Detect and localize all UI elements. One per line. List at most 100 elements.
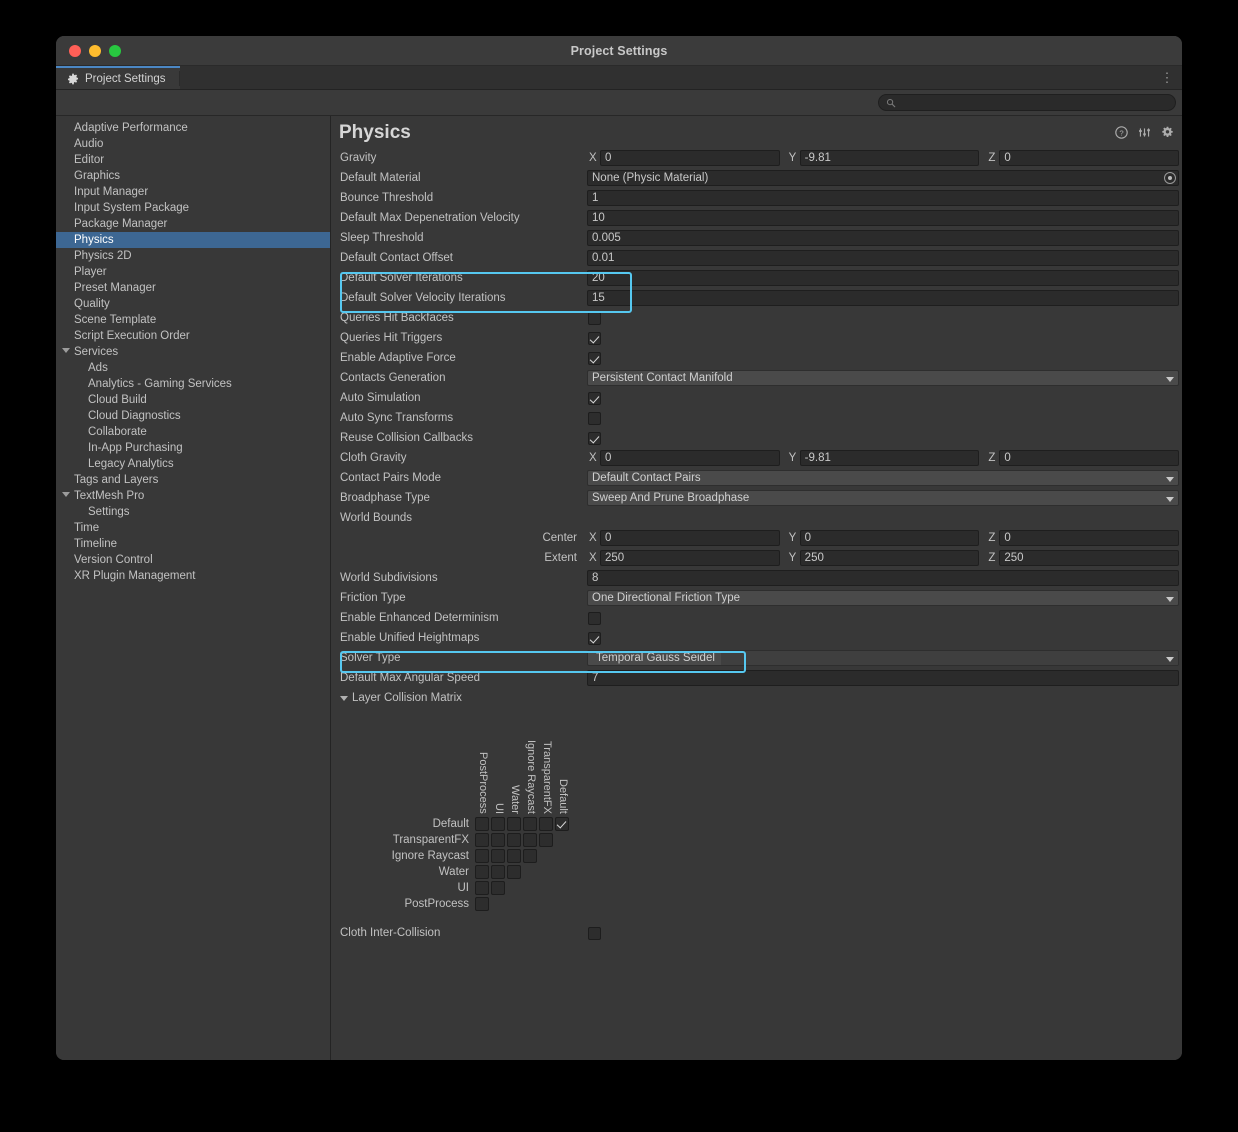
world-bounds-center-x-input[interactable]: 0 [600,530,780,546]
matrix-cell-checkbox[interactable] [475,897,489,911]
sidebar-item-cloud-build[interactable]: Cloud Build [56,392,330,408]
sidebar-item-input-system-package[interactable]: Input System Package [56,200,330,216]
sidebar-item-services[interactable]: Services [56,344,330,360]
sidebar-item-ads[interactable]: Ads [56,360,330,376]
matrix-cell-checkbox[interactable] [491,833,505,847]
matrix-cell-checkbox[interactable] [523,817,537,831]
default-material-object-field[interactable]: None (Physic Material) [587,170,1179,186]
matrix-cell-checkbox[interactable] [475,865,489,879]
matrix-cell-checkbox[interactable] [555,817,569,831]
matrix-cell-checkbox[interactable] [507,865,521,879]
sidebar-item-physics[interactable]: Physics [56,232,330,248]
sidebar-item-timeline[interactable]: Timeline [56,536,330,552]
sidebar-item-adaptive-performance[interactable]: Adaptive Performance [56,120,330,136]
default-max-angular-speed-input[interactable]: 7 [587,670,1179,686]
settings-sidebar[interactable]: Adaptive Performance Audio Editor Graphics I… [56,116,331,1060]
sidebar-item-in-app-purchasing[interactable]: In-App Purchasing [56,440,330,456]
world-bounds-extent-z-input[interactable]: 250 [999,550,1180,566]
sidebar-item-cloud-diagnostics[interactable]: Cloud Diagnostics [56,408,330,424]
default-contact-offset-input[interactable]: 0.01 [587,250,1179,266]
world-bounds-center-z-input[interactable]: 0 [999,530,1180,546]
gear-icon[interactable] [1161,126,1174,139]
sidebar-item-time[interactable]: Time [56,520,330,536]
gravity-z-input[interactable]: 0 [999,150,1180,166]
auto-simulation-checkbox[interactable] [588,391,601,405]
matrix-cell-checkbox[interactable] [475,881,489,895]
sidebar-item-package-manager[interactable]: Package Manager [56,216,330,232]
enable-enhanced-determinism-checkbox[interactable] [588,611,601,625]
matrix-cell-checkbox[interactable] [491,865,505,879]
matrix-cell-checkbox[interactable] [491,817,505,831]
cloth-gravity-x-input[interactable]: 0 [600,450,780,466]
sidebar-item-preset-manager[interactable]: Preset Manager [56,280,330,296]
world-bounds-extent-y-input[interactable]: 250 [799,550,980,566]
sleep-threshold-input[interactable]: 0.005 [587,230,1179,246]
reuse-collision-callbacks-checkbox[interactable] [588,431,601,445]
friction-type-dropdown[interactable]: One Directional Friction Type [587,590,1179,606]
enable-unified-heightmaps-checkbox[interactable] [588,631,601,645]
chevron-down-icon[interactable] [62,492,70,497]
matrix-cell-checkbox[interactable] [523,849,537,863]
solver-type-dropdown[interactable]: Temporal Gauss Seidel [587,650,1179,666]
cloth-gravity-y-input[interactable]: -9.81 [799,450,980,466]
chevron-down-icon[interactable] [62,348,70,353]
default-max-depenetration-velocity-input[interactable]: 10 [587,210,1179,226]
row-control: Sweep And Prune Broadphase [587,490,1182,506]
cloth-inter-collision-checkbox[interactable] [588,926,601,940]
row-label: Friction Type [340,592,406,604]
world-bounds-extent-x-input[interactable]: 250 [600,550,780,566]
sidebar-item-physics-2d[interactable]: Physics 2D [56,248,330,264]
matrix-cell-checkbox[interactable] [475,849,489,863]
sidebar-item-input-manager[interactable]: Input Manager [56,184,330,200]
preset-icon[interactable] [1138,126,1151,139]
enable-adaptive-force-checkbox[interactable] [588,351,601,365]
matrix-cell-checkbox[interactable] [475,833,489,847]
sidebar-item-scene-template[interactable]: Scene Template [56,312,330,328]
world-bounds-center-y-input[interactable]: 0 [799,530,980,546]
bounce-threshold-input[interactable]: 1 [587,190,1179,206]
layer-collision-matrix-foldout[interactable]: Layer Collision Matrix [331,688,1182,708]
search-input[interactable] [896,95,1175,110]
cloth-gravity-z-input[interactable]: 0 [999,450,1180,466]
queries-hit-backfaces-checkbox[interactable] [588,311,601,325]
matrix-cell-checkbox[interactable] [507,817,521,831]
sidebar-item-tags-and-layers[interactable]: Tags and Layers [56,472,330,488]
auto-sync-transforms-checkbox[interactable] [588,411,601,425]
matrix-cell-checkbox[interactable] [539,833,553,847]
matrix-cell-checkbox[interactable] [523,833,537,847]
queries-hit-triggers-checkbox[interactable] [588,331,601,345]
sidebar-item-legacy-analytics[interactable]: Legacy Analytics [56,456,330,472]
gravity-y-input[interactable]: -9.81 [799,150,980,166]
sidebar-item-analytics-gaming-services[interactable]: Analytics - Gaming Services [56,376,330,392]
matrix-cell-checkbox[interactable] [491,881,505,895]
world-subdivisions-input[interactable]: 8 [587,570,1179,586]
kebab-menu-icon[interactable]: ⋮ [1160,66,1182,89]
gravity-x-input[interactable]: 0 [600,150,780,166]
object-picker-icon[interactable] [1164,172,1176,184]
broadphase-type-dropdown[interactable]: Sweep And Prune Broadphase [587,490,1179,506]
sidebar-item-label: Tags and Layers [74,474,159,486]
sidebar-item-settings[interactable]: Settings [56,504,330,520]
sidebar-item-quality[interactable]: Quality [56,296,330,312]
sidebar-item-script-execution-order[interactable]: Script Execution Order [56,328,330,344]
help-icon[interactable]: ? [1115,126,1128,139]
matrix-cell-checkbox[interactable] [491,849,505,863]
sidebar-item-version-control[interactable]: Version Control [56,552,330,568]
sidebar-item-player[interactable]: Player [56,264,330,280]
contact-pairs-mode-dropdown[interactable]: Default Contact Pairs [587,470,1179,486]
sidebar-item-collaborate[interactable]: Collaborate [56,424,330,440]
sidebar-item-xr-plugin-management[interactable]: XR Plugin Management [56,568,330,584]
search-box[interactable] [878,94,1176,111]
sidebar-item-textmesh-pro[interactable]: TextMesh Pro [56,488,330,504]
matrix-cell-checkbox[interactable] [539,817,553,831]
sidebar-item-graphics[interactable]: Graphics [56,168,330,184]
sidebar-item-audio[interactable]: Audio [56,136,330,152]
contacts-generation-dropdown[interactable]: Persistent Contact Manifold [587,370,1179,386]
tab-project-settings[interactable]: Project Settings [56,66,180,89]
matrix-cell-checkbox[interactable] [507,849,521,863]
default-solver-velocity-iterations-input[interactable]: 15 [587,290,1179,306]
default-solver-iterations-input[interactable]: 20 [587,270,1179,286]
matrix-cell-checkbox[interactable] [507,833,521,847]
matrix-cell-checkbox[interactable] [475,817,489,831]
sidebar-item-editor[interactable]: Editor [56,152,330,168]
